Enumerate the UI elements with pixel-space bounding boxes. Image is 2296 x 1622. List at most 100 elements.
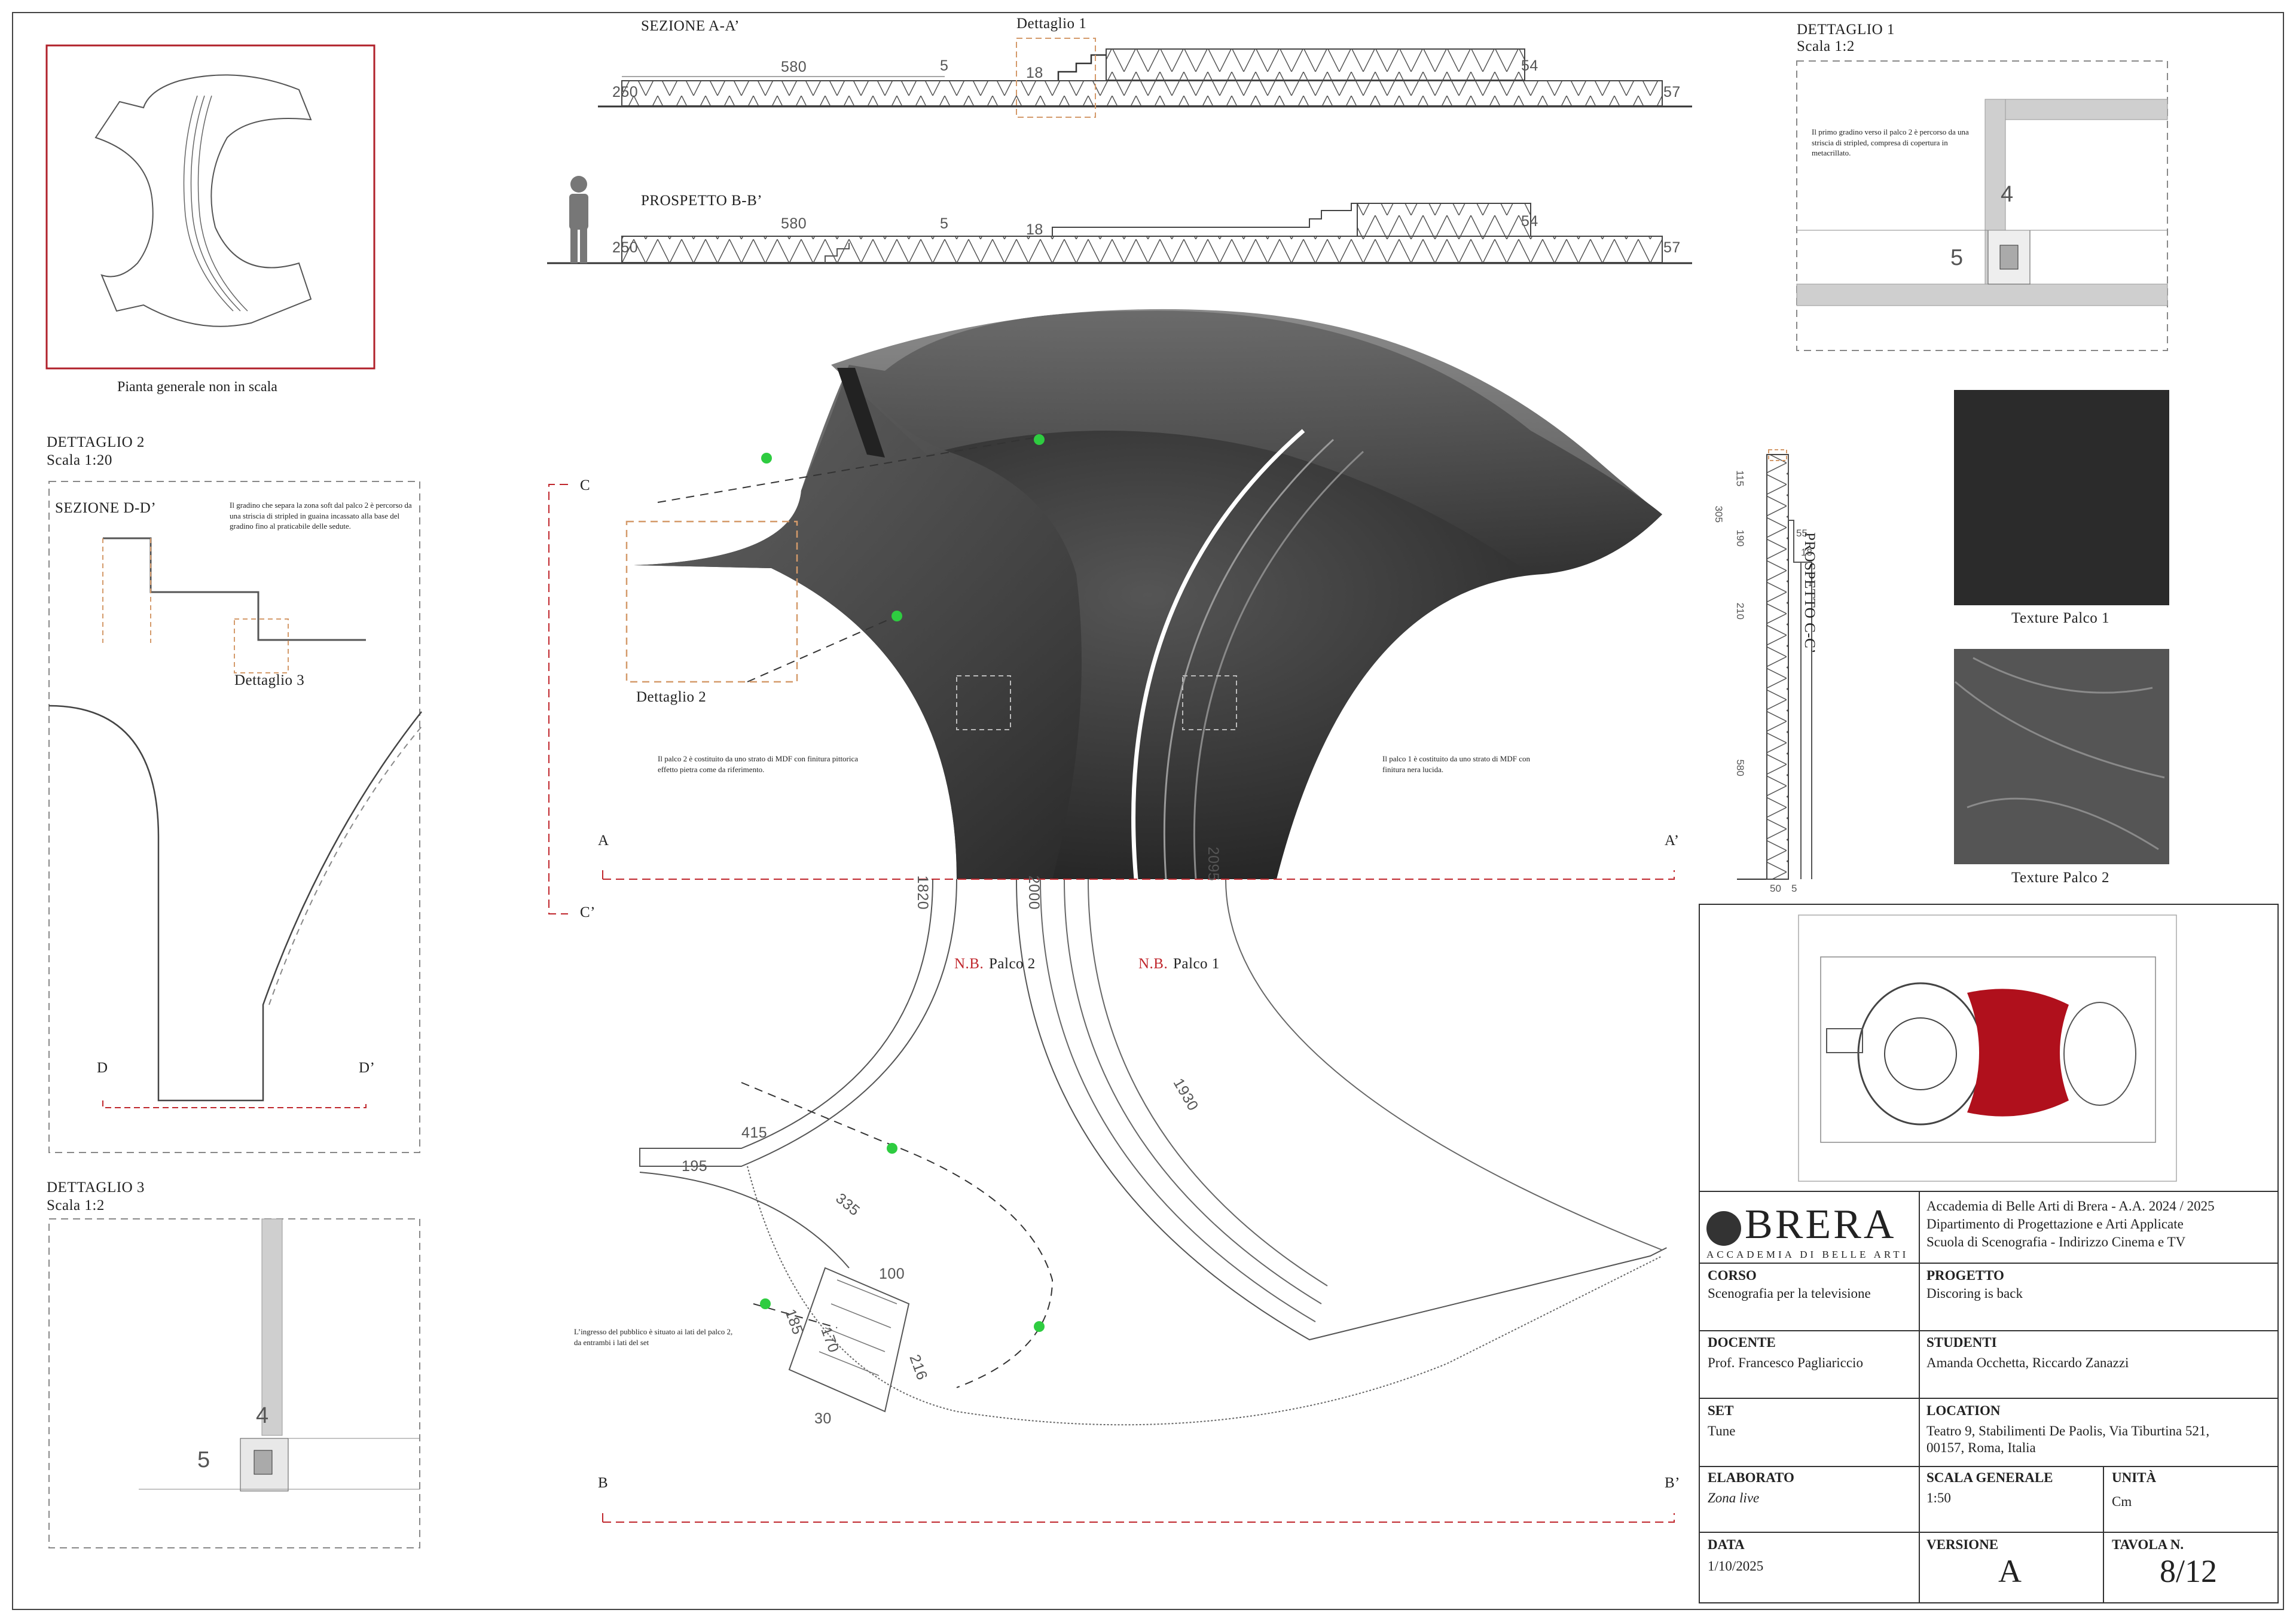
detail2-scale: Scala 1:20 [47, 452, 112, 468]
set-value: Tune [1708, 1423, 1736, 1438]
overview-caption: Pianta generale non in scala [117, 379, 277, 395]
cut-d2: D’ [359, 1060, 375, 1076]
elaborato-value: Zona live [1708, 1490, 1759, 1506]
detail2-callout: Dettaglio 2 [636, 689, 707, 705]
corso-value: Scenografia per la televisione [1708, 1286, 1871, 1301]
dim-250-bb: 250 [612, 239, 639, 256]
detail1-title: DETTAGLIO 1 [1797, 22, 1895, 38]
detail1-note: Il primo gradino verso il palco 2 è perc… [1812, 127, 1969, 158]
texture-palco2-label: Texture Palco 2 [2011, 870, 2110, 886]
detail1-scale: Scala 1:2 [1797, 38, 1855, 54]
section-aa-drawing [598, 38, 1692, 118]
location-label: LOCATION [1926, 1403, 2001, 1418]
logo-subtitle: ACCADEMIA DI BELLE ARTI [1706, 1249, 1909, 1260]
overview-plan [45, 44, 375, 370]
titleblock: BRERA ACCADEMIA DI BELLE ARTI Accademia … [1699, 1189, 2278, 1603]
note-palco2: Il palco 2 è costituito da uno strato di… [658, 754, 859, 774]
unita-label: UNITÀ [2112, 1470, 2157, 1485]
logo-seal-icon [1706, 1211, 1741, 1246]
studenti-value: Amanda Occhetta, Riccardo Zanazzi [1926, 1355, 2129, 1370]
docente-label: DOCENTE [1708, 1335, 1776, 1350]
cut-c: C [580, 477, 591, 493]
entrance-note: L’ingresso del pubblico è situato ai lat… [574, 1327, 733, 1347]
institution-line-3: Scuola di Scenografia - Indirizzo Cinema… [1926, 1234, 2186, 1249]
dim-55: 55 [1796, 528, 1808, 539]
dim-2095: 2095 [1205, 846, 1222, 882]
dim-195: 195 [682, 1158, 708, 1175]
dim-54-bb: 54 [1521, 213, 1538, 230]
set-label: SET [1708, 1403, 1734, 1418]
dim-115: 115 [1734, 470, 1746, 487]
detail2-section-title: SEZIONE D-D’ [55, 500, 157, 516]
note-palco1: Il palco 1 è costituito da uno strato di… [1382, 754, 1530, 774]
texture-palco2-swatch [1954, 649, 2169, 864]
nb-label-2: N.B. [954, 956, 984, 972]
progetto-label: PROGETTO [1926, 1268, 2004, 1283]
detail1-callout: Dettaglio 1 [1016, 16, 1087, 32]
dim-18-bb: 18 [1026, 221, 1043, 238]
detail3-drawing [48, 1218, 420, 1548]
location-line-1: Teatro 9, Stabilimenti De Paolis, Via Ti… [1926, 1423, 2210, 1438]
mini-plan [1798, 914, 2177, 1182]
logo: BRERA [1706, 1201, 1896, 1249]
cut-b2: B’ [1665, 1475, 1680, 1491]
institution-line-1: Accademia di Belle Arti di Brera - A.A. … [1926, 1199, 2215, 1214]
dim-2000: 2000 [1025, 875, 1043, 910]
detail1-drawing [1796, 60, 2168, 351]
detail3-scale: Scala 1:2 [47, 1197, 105, 1214]
dim-5-aa: 5 [940, 57, 949, 74]
dim-580-aa: 580 [781, 59, 807, 75]
palco2-label: Palco 2 [989, 956, 1036, 972]
detail3-dim-5: 5 [197, 1447, 210, 1472]
dim-18-cc: 18 [1801, 547, 1812, 558]
texture-palco1-label: Texture Palco 1 [2011, 610, 2110, 626]
texture-palco1-swatch [1954, 390, 2169, 605]
detail1-dim-5: 5 [1950, 245, 1964, 270]
dim-415: 415 [741, 1124, 768, 1141]
versione-label: VERSIONE [1926, 1537, 1999, 1552]
corso-label: CORSO [1708, 1268, 1757, 1283]
elaborato-italic: live [1739, 1490, 1760, 1505]
elevation-cc-drawing [1737, 449, 1812, 880]
section-aa-title: SEZIONE A-A’ [641, 18, 740, 34]
dim-5-cc: 5 [1791, 883, 1797, 894]
dim-5-bb: 5 [940, 215, 949, 232]
elevation-bb-drawing [547, 176, 1692, 264]
cut-c2: C’ [580, 904, 596, 920]
studenti-label: STUDENTI [1926, 1335, 1997, 1350]
cut-d: D [97, 1060, 108, 1076]
elaborato-label: ELABORATO [1708, 1470, 1794, 1485]
cut-a: A [598, 833, 609, 849]
unita-value: Cm [2112, 1494, 2132, 1509]
elevation-bb-title: PROSPETTO B-B’ [641, 193, 763, 209]
location-line-2: 00157, Roma, Italia [1926, 1440, 2036, 1455]
versione-value: A [1998, 1553, 2022, 1589]
dim-100: 100 [879, 1266, 905, 1282]
dim-250-aa: 250 [612, 84, 639, 100]
dim-305: 305 [1712, 505, 1724, 523]
detail3-callout: Dettaglio 3 [234, 672, 305, 688]
institution-line-2: Dipartimento di Progettazione e Arti App… [1926, 1216, 2184, 1231]
dim-57-aa: 57 [1663, 84, 1681, 100]
cut-b: B [598, 1475, 609, 1491]
progetto-value: Discoring is back [1926, 1286, 2023, 1301]
detail3-title: DETTAGLIO 3 [47, 1179, 145, 1196]
dim-190: 190 [1734, 529, 1746, 547]
palco1-label: Palco 1 [1173, 956, 1220, 972]
detail3-dim-4: 4 [256, 1403, 269, 1428]
dim-580-cc: 580 [1734, 759, 1746, 776]
cut-a2: A’ [1665, 833, 1680, 849]
elaborato-main: Zona [1708, 1490, 1740, 1505]
data-label: DATA [1708, 1537, 1745, 1552]
docente-value: Prof. Francesco Pagliariccio [1708, 1355, 1863, 1370]
scala-value: 1:50 [1926, 1490, 1951, 1505]
dim-57-bb: 57 [1663, 239, 1681, 256]
dim-210: 210 [1734, 602, 1746, 620]
dim-18-aa: 18 [1026, 65, 1043, 81]
data-value: 1/10/2025 [1708, 1559, 1764, 1574]
detail2-note: Il gradino che separa la zona soft dal p… [230, 501, 412, 531]
logo-text: BRERA [1745, 1202, 1897, 1248]
detail1-dim-4: 4 [2001, 182, 2014, 207]
tavola-value: 8/12 [2160, 1553, 2218, 1589]
tavola-label: TAVOLA N. [2112, 1537, 2184, 1552]
